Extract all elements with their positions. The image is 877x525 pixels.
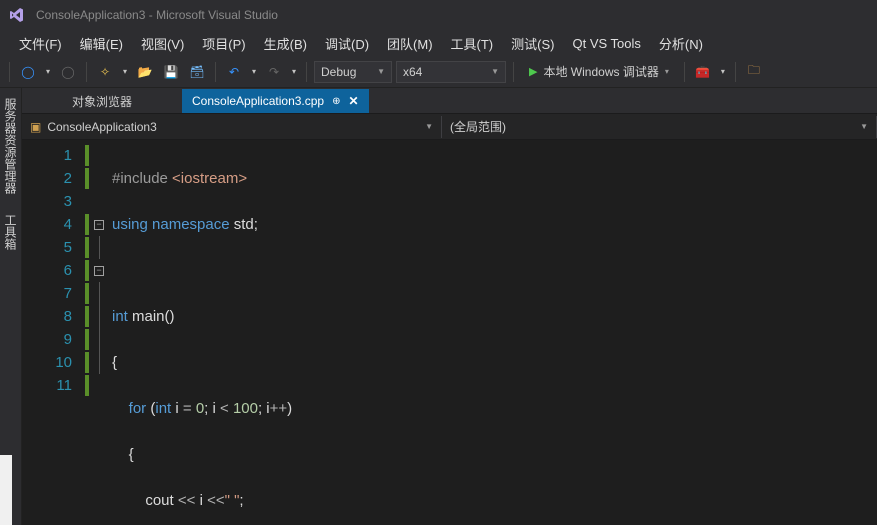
toolbox-button[interactable]: 🧰 <box>692 61 714 83</box>
fold-toggle-icon[interactable]: − <box>94 220 104 230</box>
toolbar: ◯ ▾ ◯ ✧ ▾ 📂 💾 🗃 ↶ ▾ ↷ ▾ Debug ▼ x64 ▼ ▶ 本地… <box>0 56 877 88</box>
redo-dropdown[interactable]: ▾ <box>289 67 299 76</box>
change-indicator <box>82 140 92 525</box>
chevron-down-icon: ▼ <box>425 122 433 131</box>
separator <box>306 62 307 82</box>
separator <box>215 62 216 82</box>
back-dropdown[interactable]: ▾ <box>43 67 53 76</box>
window-title: ConsoleApplication3 - Microsoft Visual S… <box>36 8 278 22</box>
vs-logo-icon <box>6 4 28 26</box>
platform-combo[interactable]: x64 ▼ <box>396 61 506 83</box>
tab-label: 对象浏览器 <box>72 93 132 110</box>
undo-button[interactable]: ↶ <box>223 61 245 83</box>
nav-project-combo[interactable]: ▣ ConsoleApplication3 ▼ <box>22 116 442 138</box>
tab-object-browser[interactable]: 对象浏览器 <box>62 89 142 113</box>
code-editor[interactable]: 123 456 789 1011 − − #include <iostream>… <box>22 140 877 525</box>
config-value: Debug <box>321 65 356 79</box>
document-tabs: 对象浏览器 ConsoleApplication3.cpp ⊕ ✕ <box>22 88 877 114</box>
menu-view[interactable]: 视图(V) <box>132 31 193 56</box>
editor-content: 对象浏览器 ConsoleApplication3.cpp ⊕ ✕ ▣ Conso… <box>22 88 877 525</box>
tab-label: ConsoleApplication3.cpp <box>192 94 324 108</box>
platform-value: x64 <box>403 65 422 79</box>
menu-team[interactable]: 团队(M) <box>378 31 442 56</box>
menu-analyze[interactable]: 分析(N) <box>650 31 712 56</box>
line-number-gutter: 123 456 789 1011 <box>22 140 82 525</box>
separator <box>513 62 514 82</box>
menu-test[interactable]: 测试(S) <box>502 31 563 56</box>
chevron-down-icon: ▼ <box>377 67 385 76</box>
redo-button[interactable]: ↷ <box>263 61 285 83</box>
chevron-down-icon: ▾ <box>665 67 669 76</box>
menu-bar: 文件(F) 编辑(E) 视图(V) 项目(P) 生成(B) 调试(D) 团队(M… <box>0 30 877 56</box>
main-area: 服务器资源管理器 工具箱 对象浏览器 ConsoleApplication3.c… <box>0 88 877 525</box>
separator <box>684 62 685 82</box>
menu-edit[interactable]: 编辑(E) <box>71 31 132 56</box>
nav-scope-combo[interactable]: (全局范围) ▼ <box>442 116 877 138</box>
sidebar-tab-toolbox[interactable]: 工具箱 <box>0 208 21 256</box>
fold-column[interactable]: − − <box>92 140 106 525</box>
tab-active-file[interactable]: ConsoleApplication3.cpp ⊕ ✕ <box>182 89 369 113</box>
chevron-down-icon: ▼ <box>860 122 868 131</box>
close-icon[interactable]: ✕ <box>349 94 359 108</box>
start-debug-button[interactable]: ▶ 本地 Windows 调试器 ▾ <box>521 61 677 83</box>
new-item-button[interactable]: ✧ <box>94 61 116 83</box>
toolbox-dropdown[interactable]: ▾ <box>718 67 728 76</box>
pin-icon[interactable]: ⊕ <box>332 96 340 107</box>
menu-qt[interactable]: Qt VS Tools <box>563 33 649 54</box>
save-all-button[interactable]: 🗃 <box>186 61 208 83</box>
cpp-proj-icon: ▣ <box>30 120 41 134</box>
chevron-down-icon: ▼ <box>491 67 499 76</box>
extra-button[interactable]: 🗀 <box>743 61 765 83</box>
fold-toggle-icon[interactable]: − <box>94 266 104 276</box>
os-window-edge <box>0 455 12 525</box>
menu-tools[interactable]: 工具(T) <box>442 31 503 56</box>
nav-scope: (全局范围) <box>450 118 506 135</box>
back-button[interactable]: ◯ <box>17 61 39 83</box>
menu-build[interactable]: 生成(B) <box>255 31 316 56</box>
save-button[interactable]: 💾 <box>160 61 182 83</box>
separator <box>86 62 87 82</box>
code-text[interactable]: #include <iostream> using namespace std;… <box>106 140 877 525</box>
undo-dropdown[interactable]: ▾ <box>249 67 259 76</box>
separator <box>735 62 736 82</box>
open-button[interactable]: 📂 <box>134 61 156 83</box>
start-label: 本地 Windows 调试器 <box>543 63 658 80</box>
separator <box>9 62 10 82</box>
forward-button[interactable]: ◯ <box>57 61 79 83</box>
title-bar: ConsoleApplication3 - Microsoft Visual S… <box>0 0 877 30</box>
menu-project[interactable]: 项目(P) <box>193 31 254 56</box>
nav-project: ConsoleApplication3 <box>47 120 156 134</box>
play-icon: ▶ <box>529 65 537 78</box>
navigation-bar: ▣ ConsoleApplication3 ▼ (全局范围) ▼ <box>22 114 877 140</box>
menu-debug[interactable]: 调试(D) <box>316 31 378 56</box>
new-item-dropdown[interactable]: ▾ <box>120 67 130 76</box>
config-combo[interactable]: Debug ▼ <box>314 61 392 83</box>
sidebar-tab-server-explorer[interactable]: 服务器资源管理器 <box>0 92 21 200</box>
menu-file[interactable]: 文件(F) <box>10 31 71 56</box>
